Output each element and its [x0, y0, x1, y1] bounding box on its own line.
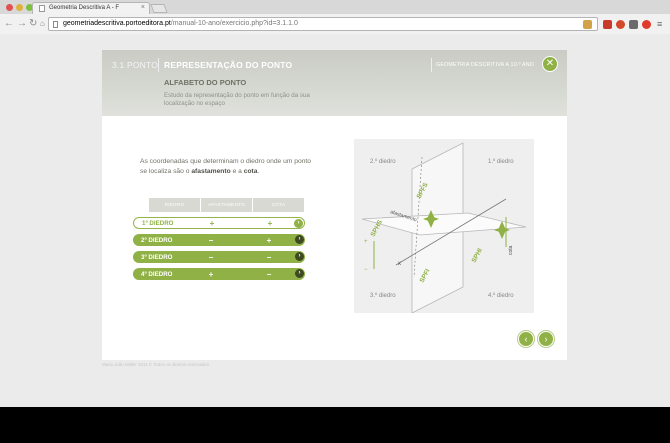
- q4-label: 4.º diedro: [488, 292, 514, 299]
- q1-label: 1.º diedro: [488, 158, 514, 165]
- dihedron-row-3[interactable]: 3º DIEDRO − − ›: [133, 251, 305, 263]
- url-path: /manual-10-ano/exercicio.php?id=3.1.1.0: [170, 20, 298, 27]
- plus-sign: +: [364, 239, 368, 245]
- column-header-diedro: DIEDRO: [149, 198, 200, 212]
- forward-icon[interactable]: →: [17, 18, 27, 30]
- course-label: GEOMETRIA DESCRITIVA A 10.º ANO: [436, 62, 535, 68]
- reload-icon[interactable]: ↻: [29, 18, 37, 30]
- page-info-icon: [53, 21, 58, 28]
- lesson-header: 3.1 PONTO REPRESENTAÇÃO DO PONTO ALFABET…: [102, 50, 567, 116]
- chevron-right-icon[interactable]: ›: [295, 235, 304, 244]
- address-bar[interactable]: geometriadescritiva.portoeditora.pt/manu…: [48, 17, 598, 31]
- q2-label: 2.º diedro: [370, 158, 396, 165]
- back-icon[interactable]: ←: [4, 18, 14, 30]
- previous-button[interactable]: ‹: [518, 331, 534, 347]
- tab-strip: Geometria Descritiva A - F ×: [0, 0, 670, 14]
- column-header-cota: COTA: [253, 198, 304, 212]
- close-window-button[interactable]: [6, 4, 13, 11]
- browser-tab[interactable]: Geometria Descritiva A - F ×: [32, 2, 150, 14]
- x-axis-label: x: [398, 261, 401, 267]
- cota-sign: +: [267, 218, 273, 228]
- q3-label: 3.º diedro: [370, 292, 396, 299]
- dihedron-row-4[interactable]: 4º DIEDRO + − ›: [133, 268, 305, 280]
- intro-term-afastamento: afastamento: [191, 167, 231, 175]
- projection-planes-svg: 2.º diedro 1.º diedro 3.º diedro 4.º die…: [361, 142, 527, 314]
- next-button[interactable]: ›: [538, 331, 554, 347]
- dihedron-row-2[interactable]: 2º DIEDRO − + ›: [133, 234, 305, 246]
- section-label: 3.1 PONTO: [112, 60, 159, 70]
- column-header-afastamento: AFASTAMENTO: [201, 198, 252, 212]
- page-title: REPRESENTAÇÃO DO PONTO: [164, 60, 293, 70]
- row-label: 2º DIEDRO: [141, 236, 173, 244]
- url-host: geometriadescritiva.portoeditora.pt: [63, 20, 171, 27]
- page-viewport: 3.1 PONTO REPRESENTAÇÃO DO PONTO ALFABET…: [0, 34, 670, 407]
- afastamento-sign: +: [209, 218, 215, 228]
- extension-icon[interactable]: [583, 20, 592, 29]
- tab-title: Geometria Descritiva A - F: [49, 5, 120, 11]
- afastamento-sign: −: [208, 252, 214, 262]
- menu-icon[interactable]: ≡: [657, 18, 662, 30]
- cota-sign: +: [266, 235, 272, 245]
- sphi-label: SPHI: [471, 247, 484, 264]
- intro-term-cota: cota: [243, 167, 258, 175]
- row-label: 1º DIEDRO: [142, 219, 174, 227]
- cota-sign: −: [266, 269, 272, 279]
- extension-icon[interactable]: [629, 20, 638, 29]
- afastamento-sign: +: [208, 269, 214, 279]
- row-label: 3º DIEDRO: [141, 253, 173, 261]
- close-button[interactable]: ✕: [542, 56, 558, 72]
- table-header: DIEDRO AFASTAMENTO COTA: [134, 198, 304, 212]
- chevron-right-icon[interactable]: ›: [295, 252, 304, 261]
- intro-text: As coordenadas que determinam o diedro o…: [140, 157, 315, 176]
- chevron-right-icon[interactable]: ›: [295, 269, 304, 278]
- dihedron-diagram: 2.º diedro 1.º diedro 3.º diedro 4.º die…: [354, 139, 534, 314]
- extension-icon[interactable]: [603, 20, 612, 29]
- tab-close-icon[interactable]: ×: [141, 4, 145, 11]
- browser-toolbar: ← → ↻ ⌂ geometriadescritiva.portoeditora…: [0, 14, 670, 34]
- intro-joiner: e a: [230, 167, 244, 175]
- copyright-footer: Maria João Müller 2011 © Todos os direit…: [102, 362, 210, 367]
- minus-sign: −: [364, 267, 368, 273]
- afastamento-sign: −: [208, 235, 214, 245]
- page-subtitle: ALFABETO DO PONTO: [164, 78, 247, 87]
- browser-chrome: Geometria Descritiva A - F × ← → ↻ ⌂ geo…: [0, 0, 670, 34]
- extension-icon[interactable]: [616, 20, 625, 29]
- bottom-bar: [0, 407, 670, 443]
- lesson-card: 3.1 PONTO REPRESENTAÇÃO DO PONTO ALFABET…: [102, 50, 567, 360]
- intro-end: .: [257, 167, 260, 175]
- cota-sign: −: [266, 252, 272, 262]
- minimize-window-button[interactable]: [16, 4, 23, 11]
- page-description: Estudo da representação do ponto em funç…: [164, 92, 310, 107]
- row-label: 4º DIEDRO: [141, 270, 173, 278]
- dihedron-row-1[interactable]: 1º DIEDRO + + ›: [133, 217, 305, 229]
- chevron-right-icon[interactable]: ›: [294, 219, 303, 228]
- new-tab-button[interactable]: [150, 4, 168, 13]
- extension-icon[interactable]: [642, 20, 651, 29]
- cota-axis-label: cota: [508, 245, 514, 255]
- divider: [158, 58, 159, 72]
- home-icon[interactable]: ⌂: [40, 18, 45, 30]
- divider: [431, 58, 432, 72]
- page-favicon-icon: [39, 5, 45, 12]
